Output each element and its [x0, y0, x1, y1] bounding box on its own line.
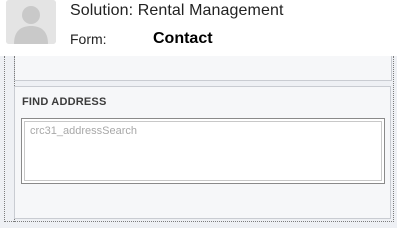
previous-section	[14, 56, 392, 81]
solution-title: Solution: Rental Management	[70, 2, 284, 19]
header: Solution: Rental Management Form: Contac…	[0, 0, 397, 56]
form-name: Contact	[153, 30, 213, 47]
form-bottom-guide	[4, 221, 394, 222]
field-placeholder: crc31_addressSearch	[30, 125, 138, 137]
address-search-control[interactable]: crc31_addressSearch	[24, 121, 382, 181]
address-search-field[interactable]: crc31_addressSearch	[21, 118, 385, 184]
form-guide-line	[4, 56, 5, 222]
find-address-section[interactable]: FIND ADDRESS crc31_addressSearch	[14, 86, 391, 219]
user-silhouette-icon	[6, 0, 56, 44]
section-title: FIND ADDRESS	[22, 96, 107, 108]
form-label: Form:	[70, 31, 107, 47]
form-guide-line-right	[393, 56, 394, 222]
